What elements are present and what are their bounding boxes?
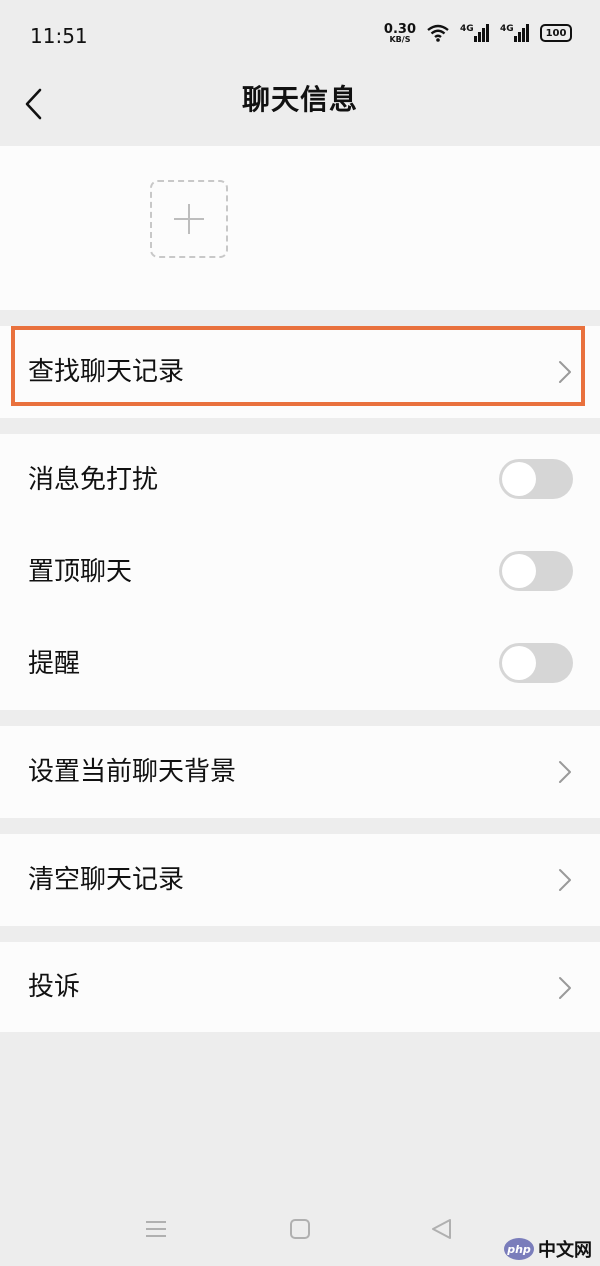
php-logo: php [504, 1238, 534, 1260]
pin-chat-toggle[interactable] [499, 551, 573, 591]
add-member-button[interactable] [150, 180, 228, 258]
battery-level: 100 [545, 27, 567, 39]
pin-chat-label: 置顶聊天 [28, 557, 133, 587]
menu-icon[interactable] [145, 1218, 167, 1240]
toggle-knob [502, 462, 536, 496]
watermark-text: 中文网 [538, 1240, 592, 1261]
watermark: php 中文网 [504, 1236, 592, 1262]
set-background-label: 设置当前聊天背景 [28, 757, 237, 787]
triangle-left-icon[interactable] [430, 1218, 452, 1240]
reminder-label: 提醒 [28, 649, 81, 679]
plus-icon [174, 204, 204, 234]
clear-history-label: 清空聊天记录 [28, 865, 185, 895]
background-section: 设置当前聊天背景 [0, 726, 600, 818]
chevron-right-icon [559, 977, 571, 999]
toggles-section: 消息免打扰 置顶聊天 提醒 [0, 434, 600, 710]
network-speed: 0.30 KB/S [384, 23, 416, 44]
report-row[interactable]: 投诉 [0, 942, 600, 1032]
square-icon[interactable] [289, 1218, 311, 1240]
network-speed-value: 0.30 [383, 21, 416, 37]
nav-bar: 聊天信息 [0, 76, 600, 146]
reminder-row: 提醒 [0, 618, 600, 710]
report-label: 投诉 [28, 972, 81, 1002]
chevron-right-icon [559, 869, 571, 891]
report-section: 投诉 [0, 942, 600, 1032]
set-background-row[interactable]: 设置当前聊天背景 [0, 726, 600, 818]
pin-chat-row: 置顶聊天 [0, 526, 600, 618]
mute-notifications-row: 消息免打扰 [0, 434, 600, 526]
battery-icon: 100 [540, 24, 572, 42]
mute-notifications-label: 消息免打扰 [28, 465, 159, 495]
clear-history-row[interactable]: 清空聊天记录 [0, 834, 600, 926]
status-bar: 11:51 0.30 KB/S 4G 4G 100 [0, 0, 600, 76]
status-time: 11:51 [30, 24, 88, 48]
toggle-knob [502, 646, 536, 680]
reminder-toggle[interactable] [499, 643, 573, 683]
members-section [0, 146, 600, 310]
page-title: 聊天信息 [241, 83, 358, 116]
signal-sim1-icon: 4G [460, 22, 490, 44]
chevron-right-icon [559, 761, 571, 783]
mute-notifications-toggle[interactable] [499, 459, 573, 499]
highlight-box [11, 326, 585, 406]
clear-history-section: 清空聊天记录 [0, 834, 600, 926]
network-speed-unit: KB/S [389, 34, 411, 44]
signal-sim2-icon: 4G [500, 22, 530, 44]
wifi-icon [427, 24, 449, 42]
toggle-knob [502, 554, 536, 588]
status-indicators: 0.30 KB/S 4G 4G 100 [384, 22, 572, 44]
